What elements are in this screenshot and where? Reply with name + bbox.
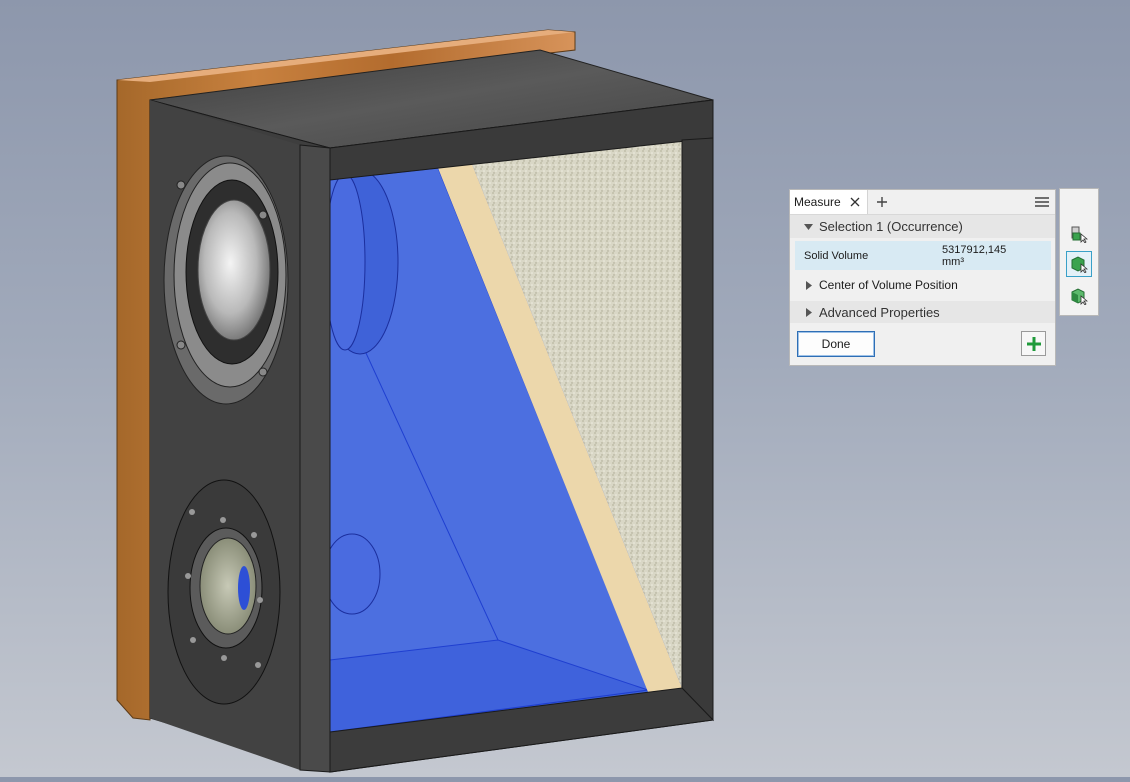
advanced-properties-header[interactable]: Advanced Properties: [790, 301, 1055, 323]
caret-down-icon: [804, 222, 813, 231]
select-component-icon[interactable]: [1066, 221, 1092, 247]
solid-volume-unit: mm³: [942, 255, 964, 268]
done-button[interactable]: Done: [797, 331, 875, 357]
selection-filter-toolbar: [1059, 188, 1099, 316]
tab-measure[interactable]: Measure: [790, 190, 868, 214]
center-of-volume-header[interactable]: Center of Volume Position: [790, 272, 1055, 298]
plus-icon[interactable]: [872, 192, 892, 212]
solid-volume-label: Solid Volume: [804, 249, 869, 262]
green-plus-icon[interactable]: [1021, 331, 1046, 356]
caret-right-icon: [804, 307, 813, 317]
advanced-properties-label: Advanced Properties: [819, 304, 940, 320]
hamburger-menu-icon[interactable]: [1031, 192, 1053, 212]
panel-tab-bar: Measure: [790, 190, 1055, 215]
measure-panel: Measure Selection 1 (Occurrence) Solid V…: [789, 189, 1056, 366]
solid-volume-number: 5317912,145: [942, 243, 1007, 256]
close-icon[interactable]: [847, 194, 863, 210]
select-body-icon[interactable]: [1066, 283, 1092, 309]
caret-right-icon: [804, 280, 813, 290]
tab-measure-label: Measure: [794, 195, 841, 209]
speaker-cabinet-model[interactable]: [0, 0, 1130, 777]
panel-footer: Done: [790, 325, 1055, 365]
center-of-volume-label: Center of Volume Position: [819, 278, 958, 292]
selection-header[interactable]: Selection 1 (Occurrence): [790, 215, 1055, 238]
solid-volume-row[interactable]: Solid Volume 5317912,145 mm³: [795, 241, 1051, 270]
select-part-icon[interactable]: [1066, 251, 1092, 277]
3d-viewport[interactable]: [0, 0, 1130, 777]
selection-header-label: Selection 1 (Occurrence): [819, 219, 963, 234]
solid-volume-value: 5317912,145 mm³: [942, 244, 1006, 268]
